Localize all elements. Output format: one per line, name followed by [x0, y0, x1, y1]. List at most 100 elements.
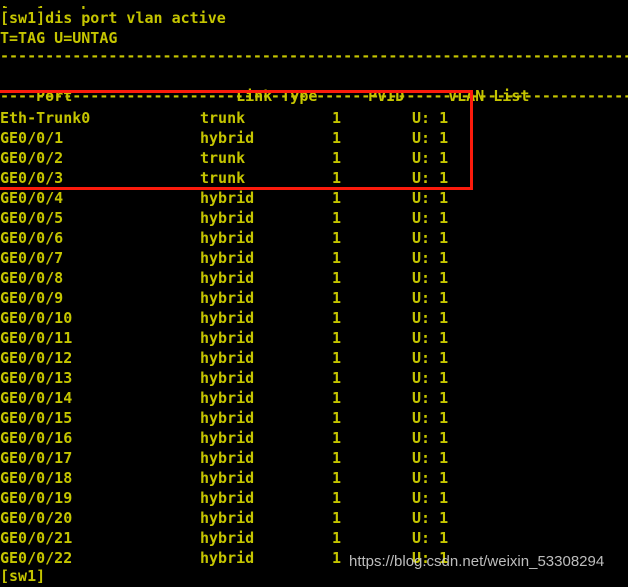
cell-vlan-list: U: 1 [412, 409, 449, 427]
cell-vlan-list: U: 1 [412, 329, 449, 347]
terminal-window[interactable]: [sw1]dis port vlan a [sw1]dis port vlan … [0, 0, 628, 587]
cell-vlan-list: U: 1 [412, 269, 449, 287]
cell-pvid: 1 [332, 189, 342, 207]
cell-pvid: 1 [332, 369, 342, 387]
cell-link-type: hybrid [200, 269, 255, 287]
table-row: GE0/0/13 hybrid 1 U: 1 [0, 368, 448, 388]
table-row: GE0/0/20 hybrid 1 U: 1 [0, 508, 448, 528]
table-row: GE0/0/2 trunk 1 U: 1 [0, 148, 448, 168]
final-prompt-line[interactable]: [sw1] [0, 566, 45, 586]
cell-port: GE0/0/11 [0, 329, 73, 347]
cell-link-type: hybrid [200, 349, 255, 367]
table-row: GE0/0/5 hybrid 1 U: 1 [0, 208, 448, 228]
cell-vlan-list: U: 1 [412, 109, 449, 127]
cell-link-type: hybrid [200, 229, 255, 247]
cell-vlan-list: U: 1 [412, 289, 449, 307]
cell-pvid: 1 [332, 429, 342, 447]
cell-pvid: 1 [332, 249, 342, 267]
cell-port: GE0/0/17 [0, 449, 73, 467]
cell-port: GE0/0/6 [0, 229, 64, 247]
table-row: GE0/0/12 hybrid 1 U: 1 [0, 348, 448, 368]
cell-pvid: 1 [332, 109, 342, 127]
table-row: GE0/0/9 hybrid 1 U: 1 [0, 288, 448, 308]
table-row: GE0/0/10 hybrid 1 U: 1 [0, 308, 448, 328]
cell-vlan-list: U: 1 [412, 449, 449, 467]
cell-vlan-list: U: 1 [412, 309, 449, 327]
scroll-clip-mask [0, 0, 628, 6]
cell-port: GE0/0/10 [0, 309, 73, 327]
cell-pvid: 1 [332, 529, 342, 547]
cell-link-type: hybrid [200, 489, 255, 507]
cell-pvid: 1 [332, 229, 342, 247]
cell-pvid: 1 [332, 509, 342, 527]
cell-port: GE0/0/9 [0, 289, 64, 307]
cell-link-type: hybrid [200, 429, 255, 447]
cell-vlan-list: U: 1 [412, 369, 449, 387]
cell-vlan-list: U: 1 [412, 509, 449, 527]
cell-vlan-list: U: 1 [412, 189, 449, 207]
cell-vlan-list: U: 1 [412, 349, 449, 367]
cell-pvid: 1 [332, 469, 342, 487]
table-row: GE0/0/6 hybrid 1 U: 1 [0, 228, 448, 248]
cell-link-type: trunk [200, 169, 246, 187]
cell-port: GE0/0/3 [0, 169, 64, 187]
cell-vlan-list: U: 1 [412, 149, 449, 167]
cell-port: GE0/0/5 [0, 209, 64, 227]
cell-link-type: hybrid [200, 309, 255, 327]
table-row: GE0/0/19 hybrid 1 U: 1 [0, 488, 448, 508]
cell-link-type: hybrid [200, 369, 255, 387]
cell-port: GE0/0/8 [0, 269, 64, 287]
cell-vlan-list: U: 1 [412, 429, 449, 447]
cell-link-type: hybrid [200, 249, 255, 267]
cell-port: GE0/0/15 [0, 409, 73, 427]
cell-port: GE0/0/19 [0, 489, 73, 507]
cell-pvid: 1 [332, 329, 342, 347]
cell-vlan-list: U: 1 [412, 489, 449, 507]
cell-port: GE0/0/14 [0, 389, 73, 407]
cell-port: GE0/0/2 [0, 149, 64, 167]
cell-pvid: 1 [332, 409, 342, 427]
table-row: GE0/0/18 hybrid 1 U: 1 [0, 468, 448, 488]
watermark-text: https://blog.csdn.net/weixin_53308294 [349, 553, 605, 570]
table-row: GE0/0/1 hybrid 1 U: 1 [0, 128, 448, 148]
cell-link-type: hybrid [200, 209, 255, 227]
cell-vlan-list: U: 1 [412, 169, 449, 187]
cell-link-type: hybrid [200, 189, 255, 207]
cell-vlan-list: U: 1 [412, 129, 449, 147]
cell-link-type: hybrid [200, 469, 255, 487]
table-row: Eth-Trunk0 trunk 1 U: 1 [0, 108, 448, 128]
cell-port: GE0/0/21 [0, 529, 73, 547]
cell-pvid: 1 [332, 389, 342, 407]
tag-legend-line: T=TAG U=UNTAG [0, 29, 118, 47]
cell-link-type: hybrid [200, 529, 255, 547]
table-row: GE0/0/21 hybrid 1 U: 1 [0, 528, 448, 548]
cell-port: GE0/0/7 [0, 249, 64, 267]
cell-vlan-list: U: 1 [412, 249, 449, 267]
table-row: GE0/0/8 hybrid 1 U: 1 [0, 268, 448, 288]
cell-vlan-list: U: 1 [412, 229, 449, 247]
cell-pvid: 1 [332, 309, 342, 327]
cell-vlan-list: U: 1 [412, 389, 449, 407]
table-row: GE0/0/16 hybrid 1 U: 1 [0, 428, 448, 448]
cell-port: GE0/0/12 [0, 349, 73, 367]
separator-bottom: ----------------------------------------… [0, 87, 628, 105]
table-header-row: Port Link Type PVID VLAN List [0, 66, 529, 105]
table-row: GE0/0/3 trunk 1 U: 1 [0, 168, 448, 188]
cell-link-type: hybrid [200, 329, 255, 347]
table-row: GE0/0/17 hybrid 1 U: 1 [0, 448, 448, 468]
cell-link-type: hybrid [200, 289, 255, 307]
table-row: GE0/0/7 hybrid 1 U: 1 [0, 248, 448, 268]
cell-vlan-list: U: 1 [412, 529, 449, 547]
cell-port: GE0/0/16 [0, 429, 73, 447]
cell-link-type: hybrid [200, 449, 255, 467]
cell-pvid: 1 [332, 269, 342, 287]
cell-vlan-list: U: 1 [412, 209, 449, 227]
cell-pvid: 1 [332, 449, 342, 467]
table-row: GE0/0/14 hybrid 1 U: 1 [0, 388, 448, 408]
table-row: GE0/0/4 hybrid 1 U: 1 [0, 188, 448, 208]
cell-link-type: trunk [200, 109, 246, 127]
cell-port: GE0/0/13 [0, 369, 73, 387]
table-row: GE0/0/15 hybrid 1 U: 1 [0, 408, 448, 428]
table-row: GE0/0/11 hybrid 1 U: 1 [0, 328, 448, 348]
separator-top: ----------------------------------------… [0, 47, 628, 65]
